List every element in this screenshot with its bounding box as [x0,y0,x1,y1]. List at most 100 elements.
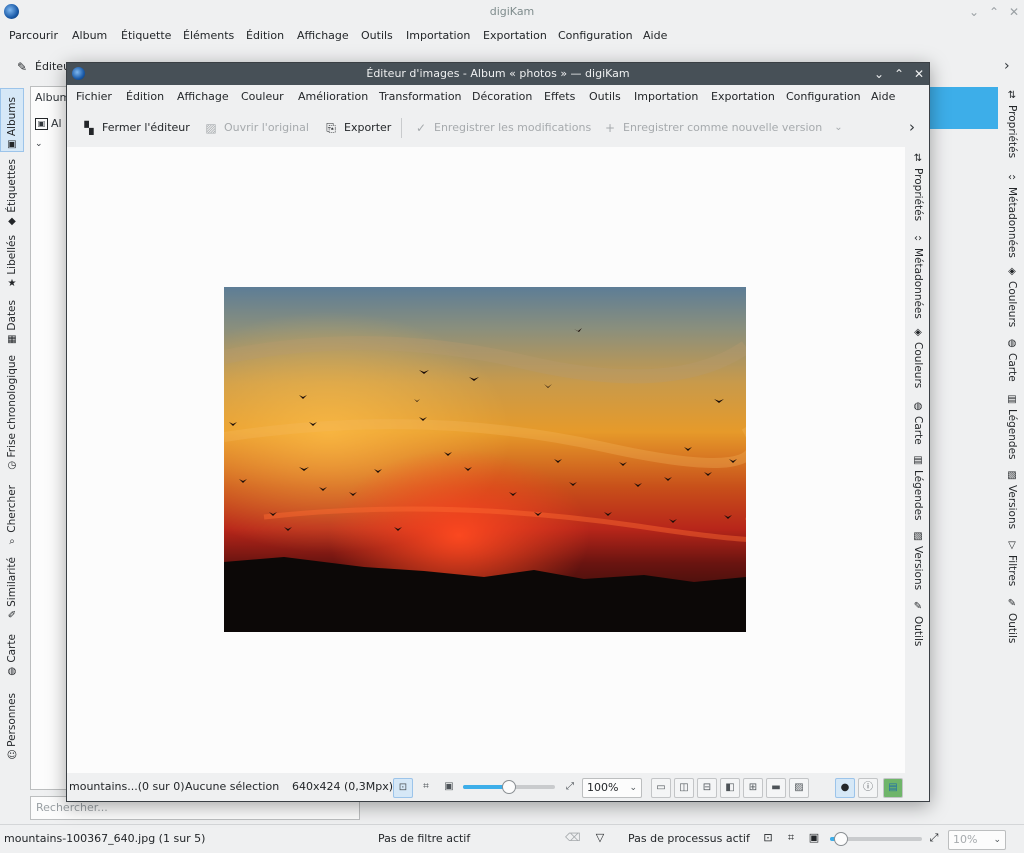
ed-menu-importation[interactable]: Importation [629,85,703,109]
trash-icon[interactable]: ⌫ [565,831,581,845]
thumbnail-zoom-slider[interactable] [830,832,922,846]
zoom-full-icon[interactable]: ⤢ [560,778,580,798]
left-tab-similarite[interactable]: ✐ Similarité [0,552,24,622]
menu-aide[interactable]: Aide [638,24,672,48]
ed-menu-decoration[interactable]: Décoration [467,85,537,109]
preview-original-icon[interactable]: ▭ [651,778,671,798]
album-tree-item[interactable]: ▣ Al [35,117,62,130]
menu-album[interactable]: Album [67,24,112,48]
left-tab-etiquettes[interactable]: ◆ Étiquettes [0,156,24,228]
close-icon[interactable]: ✕ [1004,0,1024,24]
image-icon: ▨ [205,121,217,135]
ed-menu-aide[interactable]: Aide [866,85,900,109]
zoom-fit-window-icon[interactable]: ⊡ [393,778,413,798]
ed-menu-fichier[interactable]: Fichier [71,85,117,109]
zoom-selection-icon[interactable]: ▣ [807,831,821,845]
main-window-title: digiKam [489,5,535,18]
right-tab-proprietes[interactable]: ⇅ Propriétés [1000,90,1024,166]
editor-menubar: Fichier Édition Affichage Couleur Amélio… [67,85,929,111]
zoom-actual-size-icon[interactable]: ⌗ [416,778,436,798]
right-tab-couleurs[interactable]: ◈ Couleurs [1000,266,1024,332]
right-tab-carte[interactable]: ◍ Carte [1000,338,1024,388]
ed-menu-amelioration[interactable]: Amélioration [293,85,373,109]
underexposure-indicator-icon[interactable]: ● [835,778,855,798]
menu-outils[interactable]: Outils [356,24,398,48]
toolbar-overflow-chevron-icon[interactable]: › [909,118,915,136]
left-tab-personnes[interactable]: ☺ Personnes [0,682,24,762]
ed-menu-configuration[interactable]: Configuration [781,85,866,109]
preview-mouse-over-icon[interactable]: ▨ [789,778,809,798]
export-button[interactable]: ⎘ Exporter [323,113,391,143]
save-changes-button[interactable]: ✓ Enregistrer les modifications [413,113,591,143]
menu-parcourir[interactable]: Parcourir [4,24,63,48]
close-editor-button[interactable]: ▚ Fermer l'éditeur [81,113,189,143]
ed-tab-carte[interactable]: ◍ Carte [907,401,929,451]
main-right-sidebar-tabs: ⇅ Propriétés ‹› Métadonnées ◈ Couleurs ◍… [1000,86,1024,766]
ed-tab-legendes[interactable]: ▤ Légendes [907,455,929,527]
left-tab-dates[interactable]: ▦ Dates [0,294,24,346]
ed-menu-couleur[interactable]: Couleur [236,85,289,109]
left-tab-albums[interactable]: ▣ Albums [0,88,24,152]
right-tab-outils[interactable]: ✎ Outils [1000,598,1024,648]
minimize-icon[interactable]: ⌄ [964,0,984,24]
ed-menu-exportation[interactable]: Exportation [706,85,780,109]
preview-duplicate-horizontal-icon[interactable]: ⊞ [743,778,763,798]
toolbar-overflow-chevron-icon[interactable]: › [1004,58,1010,74]
zoom-fit-selection-icon[interactable]: ▣ [439,778,459,798]
right-tab-filtres[interactable]: ▽ Filtres [1000,540,1024,594]
preview-both-horizontal-icon[interactable]: ⊟ [697,778,717,798]
zoom-slider-handle[interactable] [502,780,516,794]
close-icon[interactable]: ✕ [909,63,929,85]
editor-canvas[interactable] [67,147,905,773]
tree-expand-chevron-icon[interactable]: ⌄ [35,139,43,149]
menu-elements[interactable]: Éléments [178,24,239,48]
preview-duplicate-vertical-icon[interactable]: ◧ [720,778,740,798]
ed-menu-effets[interactable]: Effets [539,85,580,109]
ed-tab-versions[interactable]: ▧ Versions [907,531,929,595]
editor-zoom-slider[interactable] [463,780,555,794]
right-tab-metadonnees[interactable]: ‹› Métadonnées [1000,172,1024,262]
maximize-icon[interactable]: ⌃ [984,0,1004,24]
left-tab-libelles[interactable]: ★ Libellés [0,232,24,290]
menu-affichage[interactable]: Affichage [292,24,354,48]
chevron-down-icon: ⌄ [834,122,843,133]
zoom-fit-icon[interactable]: ⊡ [761,831,775,845]
minimize-icon[interactable]: ⌄ [869,63,889,85]
zoom-slider-handle[interactable] [834,832,849,846]
menu-exportation[interactable]: Exportation [478,24,552,48]
ed-menu-edition[interactable]: Édition [121,85,169,109]
menu-configuration[interactable]: Configuration [553,24,638,48]
main-titlebar: digiKam ⌄ ⌃ ✕ [0,0,1024,24]
color-management-icon[interactable]: ▤ [883,778,903,798]
zoom-actual-icon[interactable]: ⌗ [784,831,798,845]
open-original-button[interactable]: ▨ Ouvrir l'original [203,113,309,143]
zoom-out-full-icon[interactable]: ⤢ [927,831,941,845]
editor-right-sidebar-tabs: ⇅ Propriétés ‹› Métadonnées ◈ Couleurs ◍… [907,147,929,773]
right-tab-legendes[interactable]: ▤ Légendes [1000,394,1024,466]
ed-menu-affichage[interactable]: Affichage [172,85,234,109]
ed-tab-metadonnees[interactable]: ‹› Métadonnées [907,233,929,319]
ed-tab-couleurs[interactable]: ◈ Couleurs [907,327,929,393]
maximize-icon[interactable]: ⌃ [889,63,909,85]
overexposure-indicator-icon[interactable]: ⓘ [858,778,878,798]
ed-tab-outils[interactable]: ✎ Outils [907,601,929,653]
filter-icon[interactable]: ▽ [593,831,607,845]
save-new-version-button[interactable]: + Enregistrer comme nouvelle version ⌄ [602,113,843,143]
ed-menu-transformation[interactable]: Transformation [374,85,467,109]
left-tab-frise[interactable]: ◷ Frise chronologique [0,350,24,472]
main-editor-button[interactable]: ✎ Éditeu [14,52,70,82]
editor-zoom-combo[interactable]: 100% ⌄ [582,778,642,798]
left-tab-carte[interactable]: ◍ Carte [0,626,24,678]
main-zoom-combo[interactable]: 10% ⌄ [948,830,1006,850]
preview-target-icon[interactable]: ▬ [766,778,786,798]
menu-edition[interactable]: Édition [241,24,289,48]
left-tab-chercher[interactable]: ⌕ Chercher [0,478,24,548]
menu-etiquette[interactable]: Étiquette [116,24,176,48]
right-tab-versions[interactable]: ▧ Versions [1000,470,1024,536]
menu-importation[interactable]: Importation [401,24,475,48]
preview-both-vertical-icon[interactable]: ◫ [674,778,694,798]
toolbar-separator [401,118,402,138]
ed-menu-outils[interactable]: Outils [584,85,626,109]
ed-tab-proprietes[interactable]: ⇅ Propriétés [907,153,929,223]
calendar-icon: ▦ [7,334,17,345]
